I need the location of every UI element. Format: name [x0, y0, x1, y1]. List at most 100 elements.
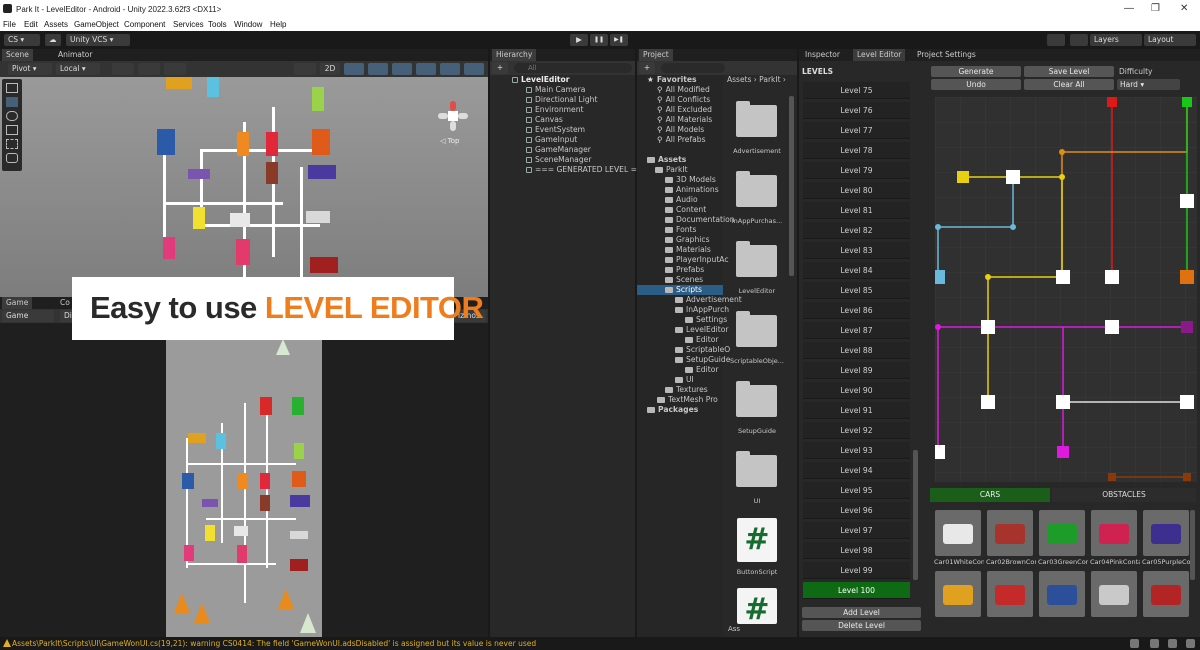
hierarchy-item[interactable]: === GENERATED LEVEL === [526, 165, 650, 175]
favorite-item[interactable]: ⚲ All Models [657, 125, 704, 135]
tab-project-settings[interactable]: Project Settings [913, 49, 980, 61]
level-item[interactable]: Level 85 [803, 282, 910, 299]
level-item[interactable]: Level 99 [803, 562, 910, 579]
grid-cell-blue[interactable] [935, 270, 945, 284]
add-icon[interactable]: + [492, 62, 508, 74]
tab-hierarchy[interactable]: Hierarchy [492, 49, 537, 61]
snap-icon[interactable] [138, 63, 160, 75]
project-scrollbar[interactable] [789, 96, 794, 276]
visibility-icon[interactable] [416, 63, 436, 75]
menu-tools[interactable]: Tools [208, 20, 227, 29]
car-card[interactable] [1039, 571, 1085, 617]
level-item[interactable]: Level 88 [803, 342, 910, 359]
level-item[interactable]: Level 93 [803, 442, 910, 459]
grid-cell-brown[interactable] [1183, 473, 1191, 481]
level-item[interactable]: Level 82 [803, 222, 910, 239]
tab-animator[interactable]: Animator [54, 49, 96, 61]
hierarchy-item[interactable]: GameInput [526, 135, 577, 145]
level-item-selected[interactable]: Level 100 [803, 582, 910, 599]
level-item[interactable]: Level 91 [803, 402, 910, 419]
level-item[interactable]: Level 84 [803, 262, 910, 279]
level-item[interactable]: Level 96 [803, 502, 910, 519]
folder-icon[interactable] [736, 171, 777, 207]
tree-item[interactable]: 3D Models [665, 175, 716, 185]
level-item[interactable]: Level 79 [803, 162, 910, 179]
status-warning-text[interactable]: Assets\ParkIt\Scripts\UI\GameWonUI.cs(19… [12, 639, 536, 648]
network-icon[interactable] [1150, 639, 1159, 648]
tab-project[interactable]: Project [639, 49, 673, 61]
level-item[interactable]: Level 97 [803, 522, 910, 539]
menu-services[interactable]: Services [173, 20, 204, 29]
tree-item[interactable]: LevelEditor [675, 325, 729, 335]
tree-item[interactable]: Textures [665, 385, 708, 395]
favorite-item[interactable]: ⚲ All Prefabs [657, 135, 706, 145]
level-item[interactable]: Level 81 [803, 202, 910, 219]
grid-cell-white[interactable] [981, 395, 995, 409]
hierarchy-item[interactable]: SceneManager [526, 155, 591, 165]
orientation-gizmo[interactable] [438, 101, 468, 131]
rect-tool-icon[interactable] [6, 139, 18, 149]
grid-cell-green[interactable] [1182, 97, 1192, 107]
layers-dropdown[interactable]: Layers [1090, 34, 1142, 46]
grid-cell-white[interactable] [1180, 194, 1194, 208]
hand-tool-icon[interactable] [6, 83, 18, 93]
close-icon[interactable]: ✕ [1180, 3, 1188, 14]
level-item[interactable]: Level 80 [803, 182, 910, 199]
grid-snap-icon[interactable] [112, 63, 134, 75]
favorite-item[interactable]: ⚲ All Conflicts [657, 95, 710, 105]
minimize-icon[interactable]: — [1124, 3, 1134, 14]
car-card[interactable] [1143, 510, 1189, 556]
level-item[interactable]: Level 95 [803, 482, 910, 499]
tab-obstacles[interactable]: OBSTACLES [1052, 488, 1196, 502]
tree-item[interactable]: SetupGuide [675, 355, 730, 365]
tree-item[interactable]: Content [665, 205, 706, 215]
camera-icon[interactable] [440, 63, 460, 75]
level-item[interactable]: Level 94 [803, 462, 910, 479]
hierarchy-item[interactable]: Environment [526, 105, 584, 115]
effects-icon[interactable] [392, 63, 412, 75]
grid-cell-magenta[interactable] [1057, 446, 1069, 458]
level-grid-svg[interactable] [935, 97, 1197, 482]
grid-cell-white[interactable] [1105, 320, 1119, 334]
grid-cell-white[interactable] [1105, 270, 1119, 284]
favorite-item[interactable]: ⚲ All Materials [657, 115, 712, 125]
rotate-tool-icon[interactable] [6, 111, 18, 121]
level-item[interactable]: Level 86 [803, 302, 910, 319]
grid-cell-white[interactable] [1006, 170, 1020, 184]
pause-button[interactable]: ❚❚ [590, 34, 608, 46]
audio-icon[interactable] [368, 63, 388, 75]
tree-item[interactable]: Animations [665, 185, 719, 195]
hierarchy-item[interactable]: GameManager [526, 145, 591, 155]
local-dropdown[interactable]: Local ▾ [56, 63, 100, 75]
grid-cell-orange[interactable] [1180, 270, 1194, 284]
2d-toggle[interactable]: 2D [320, 63, 340, 75]
tree-item[interactable]: Settings [685, 315, 727, 325]
cars-scrollbar[interactable] [1190, 510, 1195, 580]
menu-gameobject[interactable]: GameObject [74, 20, 119, 29]
tree-item[interactable]: Advertisement [675, 295, 742, 305]
game-display-dropdown[interactable]: Game [2, 310, 54, 322]
csharp-script-icon[interactable]: # [737, 588, 777, 624]
menu-window[interactable]: Window [234, 20, 262, 29]
transform-tools[interactable] [2, 79, 22, 171]
gizmos-icon[interactable] [464, 63, 484, 75]
generate-button[interactable]: Generate [931, 66, 1021, 77]
scene-viewport[interactable]: ◁ Top [0, 77, 488, 297]
step-button[interactable]: ▶❚ [610, 34, 628, 46]
tree-item[interactable]: Documentation [665, 215, 735, 225]
car-card[interactable] [987, 571, 1033, 617]
level-grid[interactable] [935, 97, 1197, 482]
favorites-header[interactable]: ★ Favorites [647, 75, 697, 85]
car-card[interactable] [935, 571, 981, 617]
menu-edit[interactable]: Edit [24, 20, 38, 29]
tree-item-selected[interactable]: Scripts [637, 285, 723, 295]
level-item[interactable]: Level 92 [803, 422, 910, 439]
menu-component[interactable]: Component [124, 20, 165, 29]
tab-level-editor[interactable]: Level Editor [853, 49, 906, 61]
grid-cell-yellow[interactable] [957, 171, 969, 183]
hierarchy-item[interactable]: EventSystem [526, 125, 585, 135]
level-item[interactable]: Level 87 [803, 322, 910, 339]
grid-cell-white[interactable] [1180, 395, 1194, 409]
tree-item[interactable]: Packages [647, 405, 698, 415]
level-item[interactable]: Level 98 [803, 542, 910, 559]
